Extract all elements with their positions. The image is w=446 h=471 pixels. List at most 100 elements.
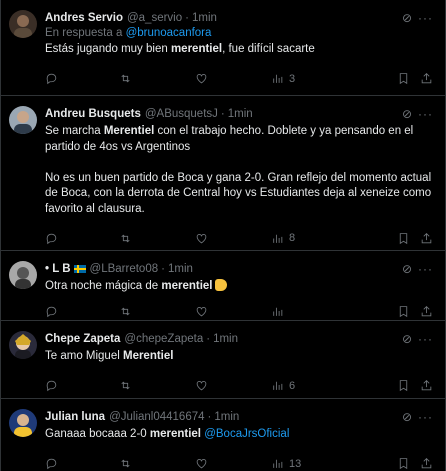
text-segment: Otra noche mágica de bbox=[45, 280, 162, 292]
like-button[interactable] bbox=[195, 379, 271, 392]
sweden-flag-icon bbox=[73, 264, 86, 273]
retweet-icon bbox=[121, 234, 130, 242]
author-handle[interactable]: @Julianl04416674 bbox=[109, 411, 204, 423]
more-icon[interactable]: ··· bbox=[418, 107, 433, 121]
retweet-button[interactable] bbox=[119, 72, 195, 85]
bookmark-icon[interactable] bbox=[397, 379, 410, 392]
bookmark-icon[interactable] bbox=[397, 305, 410, 318]
tweet-text: Se marcha Merentiel con el trabajo hecho… bbox=[45, 124, 433, 217]
tweet-text: Otra noche mágica de merentiel bbox=[45, 279, 433, 295]
reply-handle-link[interactable]: @brunoacanfora bbox=[126, 27, 212, 39]
heart-icon bbox=[196, 74, 207, 84]
text-segment: con el trabajo hecho. Doblete y ya pensa… bbox=[45, 125, 432, 215]
views-icon bbox=[273, 234, 283, 243]
bookmark-icon[interactable] bbox=[397, 457, 410, 470]
tweet[interactable]: Andres Servio @a_servio · 1min ⊘ ··· En … bbox=[1, 0, 445, 96]
highlight-term: merentiel bbox=[170, 43, 223, 55]
share-icon[interactable] bbox=[420, 379, 433, 392]
text-segment: Se marcha bbox=[45, 125, 104, 137]
share-icon[interactable] bbox=[420, 305, 433, 318]
share-icon[interactable] bbox=[420, 72, 433, 85]
timestamp[interactable]: 1min bbox=[192, 12, 217, 24]
tweet-text: Te amo Miguel Merentiel bbox=[45, 349, 433, 365]
bookmark-icon[interactable] bbox=[397, 232, 410, 245]
reply-context: En respuesta a @brunoacanfora bbox=[45, 27, 433, 39]
mention-link[interactable]: @BocaJrsOficial bbox=[204, 428, 289, 440]
separator-dot: · bbox=[161, 262, 165, 275]
grok-icon[interactable]: ⊘ bbox=[402, 262, 412, 276]
timestamp[interactable]: 1min bbox=[168, 263, 193, 275]
text-segment: Ganaaa bocaaa 2-0 bbox=[45, 428, 150, 440]
like-button[interactable] bbox=[195, 457, 271, 470]
retweet-button[interactable] bbox=[119, 457, 195, 470]
more-icon[interactable]: ··· bbox=[418, 332, 433, 346]
tweet-actions: 13 bbox=[45, 449, 433, 471]
author-handle[interactable]: @a_servio bbox=[127, 12, 182, 24]
share-icon[interactable] bbox=[420, 232, 433, 245]
author-name[interactable]: Andreu Busquets bbox=[45, 108, 141, 120]
reply-button[interactable] bbox=[45, 232, 119, 245]
separator-dot: · bbox=[206, 332, 211, 345]
more-icon[interactable]: ··· bbox=[418, 410, 433, 424]
reply-button[interactable] bbox=[45, 305, 119, 318]
views-button[interactable]: 13 bbox=[271, 457, 363, 470]
author-handle[interactable]: @LBarreto08 bbox=[90, 263, 159, 275]
tweet[interactable]: Julian luna @Julianl04416674 · 1min ⊘ ··… bbox=[1, 399, 445, 471]
bookmark-icon[interactable] bbox=[397, 72, 410, 85]
avatar[interactable] bbox=[9, 261, 37, 289]
timestamp[interactable]: 1min bbox=[214, 411, 239, 423]
retweet-icon bbox=[121, 381, 130, 390]
reply-icon bbox=[46, 73, 57, 85]
tweet[interactable]: Andreu Busquets @ABusquetsJ · 1min ⊘ ···… bbox=[1, 96, 445, 251]
like-button[interactable] bbox=[195, 305, 271, 318]
more-icon[interactable]: ··· bbox=[418, 262, 433, 276]
grok-icon[interactable]: ⊘ bbox=[402, 11, 412, 25]
timestamp[interactable]: 1min bbox=[228, 108, 253, 120]
author-handle[interactable]: @chepeZapeta bbox=[124, 333, 203, 345]
reply-icon bbox=[46, 458, 57, 470]
separator-dot: · bbox=[207, 410, 212, 423]
separator-dot: · bbox=[185, 11, 189, 24]
timeline-feed: Andres Servio @a_servio · 1min ⊘ ··· En … bbox=[0, 0, 446, 471]
reply-button[interactable] bbox=[45, 379, 119, 392]
author-name[interactable]: Julian luna bbox=[45, 411, 105, 423]
avatar[interactable] bbox=[9, 10, 37, 38]
views-button[interactable] bbox=[271, 305, 363, 318]
tweet[interactable]: Chepe Zapeta @chepeZapeta · 1min ⊘ ··· T… bbox=[1, 321, 445, 399]
author-handle[interactable]: @ABusquetsJ bbox=[145, 108, 218, 120]
retweet-button[interactable] bbox=[119, 379, 195, 392]
author-name[interactable]: Chepe Zapeta bbox=[45, 333, 120, 345]
tweet[interactable]: • L B @LBarreto08 · 1min ⊘ ··· Otra noch… bbox=[1, 251, 445, 321]
like-button[interactable] bbox=[195, 232, 271, 245]
more-icon[interactable]: ··· bbox=[418, 11, 433, 25]
views-count: 3 bbox=[289, 72, 296, 85]
avatar[interactable] bbox=[9, 331, 37, 359]
views-count: 8 bbox=[289, 232, 296, 244]
retweet-icon bbox=[121, 459, 130, 468]
tweet-text: Ganaaa bocaaa 2-0 merentiel @BocaJrsOfic… bbox=[45, 427, 433, 443]
views-button[interactable]: 3 bbox=[271, 72, 363, 85]
reply-button[interactable] bbox=[45, 457, 119, 470]
separator-dot: · bbox=[220, 107, 225, 120]
views-icon bbox=[273, 459, 283, 468]
grok-icon[interactable]: ⊘ bbox=[402, 332, 412, 346]
heart-icon bbox=[196, 307, 207, 317]
grok-icon[interactable]: ⊘ bbox=[402, 410, 412, 424]
avatar[interactable] bbox=[9, 409, 37, 437]
views-button[interactable]: 8 bbox=[271, 232, 363, 245]
retweet-button[interactable] bbox=[119, 305, 195, 318]
reply-button[interactable] bbox=[45, 72, 119, 85]
reply-prefix: En respuesta a bbox=[45, 27, 123, 39]
share-icon[interactable] bbox=[420, 457, 433, 470]
views-count: 13 bbox=[289, 457, 302, 470]
author-name[interactable]: Andres Servio bbox=[45, 12, 123, 24]
text-segment: Estás jugando muy bien bbox=[45, 43, 171, 55]
author-name[interactable]: • L B bbox=[45, 263, 71, 275]
like-button[interactable] bbox=[195, 72, 271, 85]
avatar[interactable] bbox=[9, 106, 37, 134]
retweet-button[interactable] bbox=[119, 232, 195, 245]
timestamp[interactable]: 1min bbox=[213, 333, 238, 345]
grok-icon[interactable]: ⊘ bbox=[402, 107, 412, 121]
text-segment: Te amo Miguel bbox=[45, 350, 123, 362]
views-button[interactable]: 6 bbox=[271, 379, 363, 392]
